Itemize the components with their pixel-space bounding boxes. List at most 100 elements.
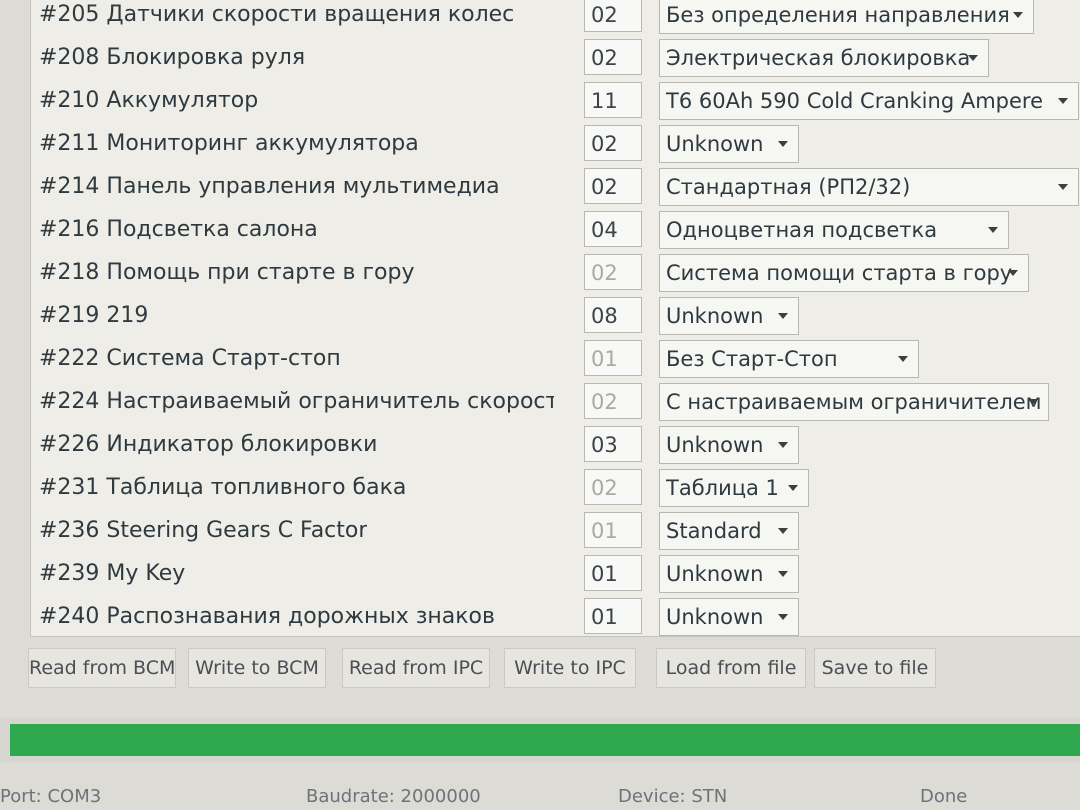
read-from-ipc-button[interactable]: Read from IPC [342,648,490,688]
select-value: Электрическая блокировка [666,46,971,70]
row-value-field[interactable]: 02 [584,0,642,32]
dropdown-arrow-icon [778,571,788,577]
select-value: T6 60Ah 590 Cold Cranking Ampere [666,89,1043,113]
row-option-select[interactable]: Одноцветная подсветка [659,211,1009,249]
row-option-select[interactable]: Без определения направления [659,0,1034,34]
row-value-field[interactable]: 01 [584,598,642,634]
row-label: #208 Блокировка руля [39,45,306,70]
row-option-select[interactable]: Без Старт-Стоп [659,340,919,378]
dropdown-arrow-icon [778,141,788,147]
dropdown-arrow-icon [778,614,788,620]
row-option-select[interactable]: Unknown [659,426,799,464]
row-option-select[interactable]: Unknown [659,598,799,636]
dropdown-arrow-icon [1058,184,1068,190]
row-value-field[interactable]: 02 [584,469,642,505]
row-value-field[interactable]: 01 [584,555,642,591]
row-option-select[interactable]: С настраиваемым ограничителем [659,383,1049,421]
select-value: Система помощи старта в гору [666,261,1013,285]
list-row: #240 Распознавания дорожных знаков 01 Unkn… [31,598,1080,636]
list-row: #222 Система Старт-стоп 01 Без Старт-Стоп [31,340,1080,382]
row-label: #219 219 [39,303,149,328]
dropdown-arrow-icon [788,485,798,491]
list-row: #231 Таблица топливного бака 02 Таблица 1 [31,469,1080,511]
save-to-file-button[interactable]: Save to file [814,648,936,688]
row-value-field[interactable]: 01 [584,512,642,548]
row-option-select[interactable]: Таблица 1 [659,469,809,507]
read-from-bcm-button[interactable]: Read from BCM [28,648,176,688]
list-row: #216 Подсветка салона 04 Одноцветная подсв… [31,211,1080,253]
coding-list[interactable]: #205 Датчики скорости вращения колес 02 Бе… [30,0,1080,637]
dropdown-arrow-icon [1058,98,1068,104]
row-value-field[interactable]: 03 [584,426,642,462]
select-value: Таблица 1 [666,476,779,500]
list-row: #205 Датчики скорости вращения колес 02 Бе… [31,0,1080,38]
list-row: #218 Помощь при старте в гору 02 Система п… [31,254,1080,296]
row-value-field[interactable]: 02 [584,254,642,290]
row-label: #231 Таблица топливного бака [39,475,407,500]
row-label: #226 Индикатор блокировки [39,432,378,457]
dropdown-arrow-icon [1028,399,1038,405]
select-value: Unknown [666,562,764,586]
load-from-file-button[interactable]: Load from file [656,648,806,688]
row-value-field[interactable]: 01 [584,340,642,376]
list-row: #210 Аккумулятор 11 T6 60Ah 590 Cold Crank… [31,82,1080,124]
done-status: Done [920,786,968,807]
row-value-field[interactable]: 11 [584,82,642,118]
select-value: Одноцветная подсветка [666,218,938,242]
dropdown-arrow-icon [778,442,788,448]
row-option-select[interactable]: Unknown [659,125,799,163]
list-row: #236 Steering Gears C Factor 01 Standard [31,512,1080,554]
dropdown-arrow-icon [1008,270,1018,276]
row-label: #210 Аккумулятор [39,88,259,113]
status-bar: Port: COM3 Baudrate: 2000000 Device: STN… [0,780,1080,810]
list-row: #224 Настраиваемый ограничитель скорости… [31,383,1080,425]
row-option-select[interactable]: Система помощи старта в гору [659,254,1029,292]
write-to-ipc-button[interactable]: Write to IPC [504,648,636,688]
select-value: Стандартная (РП2/32) [666,175,911,199]
row-label: #239 My Key [39,561,186,586]
row-label: #214 Панель управления мультимедиа [39,174,500,199]
select-value: Без определения направления [666,3,1010,27]
progress-fill [10,724,1080,756]
row-option-select[interactable]: Unknown [659,555,799,593]
row-label: #224 Настраиваемый ограничитель скорости [39,389,554,414]
dropdown-arrow-icon [778,313,788,319]
row-option-select[interactable]: T6 60Ah 590 Cold Cranking Ampere [659,82,1079,120]
row-value-field[interactable]: 02 [584,125,642,161]
dropdown-arrow-icon [898,356,908,362]
list-row: #214 Панель управления мультимедиа 02 Стан… [31,168,1080,210]
row-option-select[interactable]: Standard [659,512,799,550]
row-label: #211 Мониторинг аккумулятора [39,131,419,156]
select-value: Unknown [666,605,764,629]
select-value: Без Старт-Стоп [666,347,838,371]
dropdown-arrow-icon [988,227,998,233]
row-label: #218 Помощь при старте в гору [39,260,415,285]
dropdown-arrow-icon [968,55,978,61]
row-option-select[interactable]: Электрическая блокировка [659,39,989,77]
row-value-field[interactable]: 02 [584,39,642,75]
list-row: #219 219 08 Unknown [31,297,1080,339]
select-value: Unknown [666,304,764,328]
select-value: Unknown [666,132,764,156]
row-value-field[interactable]: 08 [584,297,642,333]
row-label: #205 Датчики скорости вращения колес [39,2,515,27]
row-label: #222 Система Старт-стоп [39,346,341,371]
dropdown-arrow-icon [1013,12,1023,18]
row-label: #240 Распознавания дорожных знаков [39,604,495,629]
row-label: #236 Steering Gears C Factor [39,518,368,543]
baudrate-status: Baudrate: 2000000 [306,786,481,807]
row-option-select[interactable]: Стандартная (РП2/32) [659,168,1079,206]
row-value-field[interactable]: 02 [584,168,642,204]
select-value: С настраиваемым ограничителем [666,390,1042,414]
list-row: #239 My Key 01 Unknown [31,555,1080,597]
row-option-select[interactable]: Unknown [659,297,799,335]
list-row: #211 Мониторинг аккумулятора 02 Unknown [31,125,1080,167]
write-to-bcm-button[interactable]: Write to BCM [188,648,326,688]
row-label: #216 Подсветка салона [39,217,318,242]
row-value-field[interactable]: 04 [584,211,642,247]
device-status: Device: STN [618,786,728,807]
dropdown-arrow-icon [778,528,788,534]
list-row: #226 Индикатор блокировки 03 Unknown [31,426,1080,468]
row-value-field[interactable]: 02 [584,383,642,419]
list-row: #208 Блокировка руля 02 Электрическая блок… [31,39,1080,81]
